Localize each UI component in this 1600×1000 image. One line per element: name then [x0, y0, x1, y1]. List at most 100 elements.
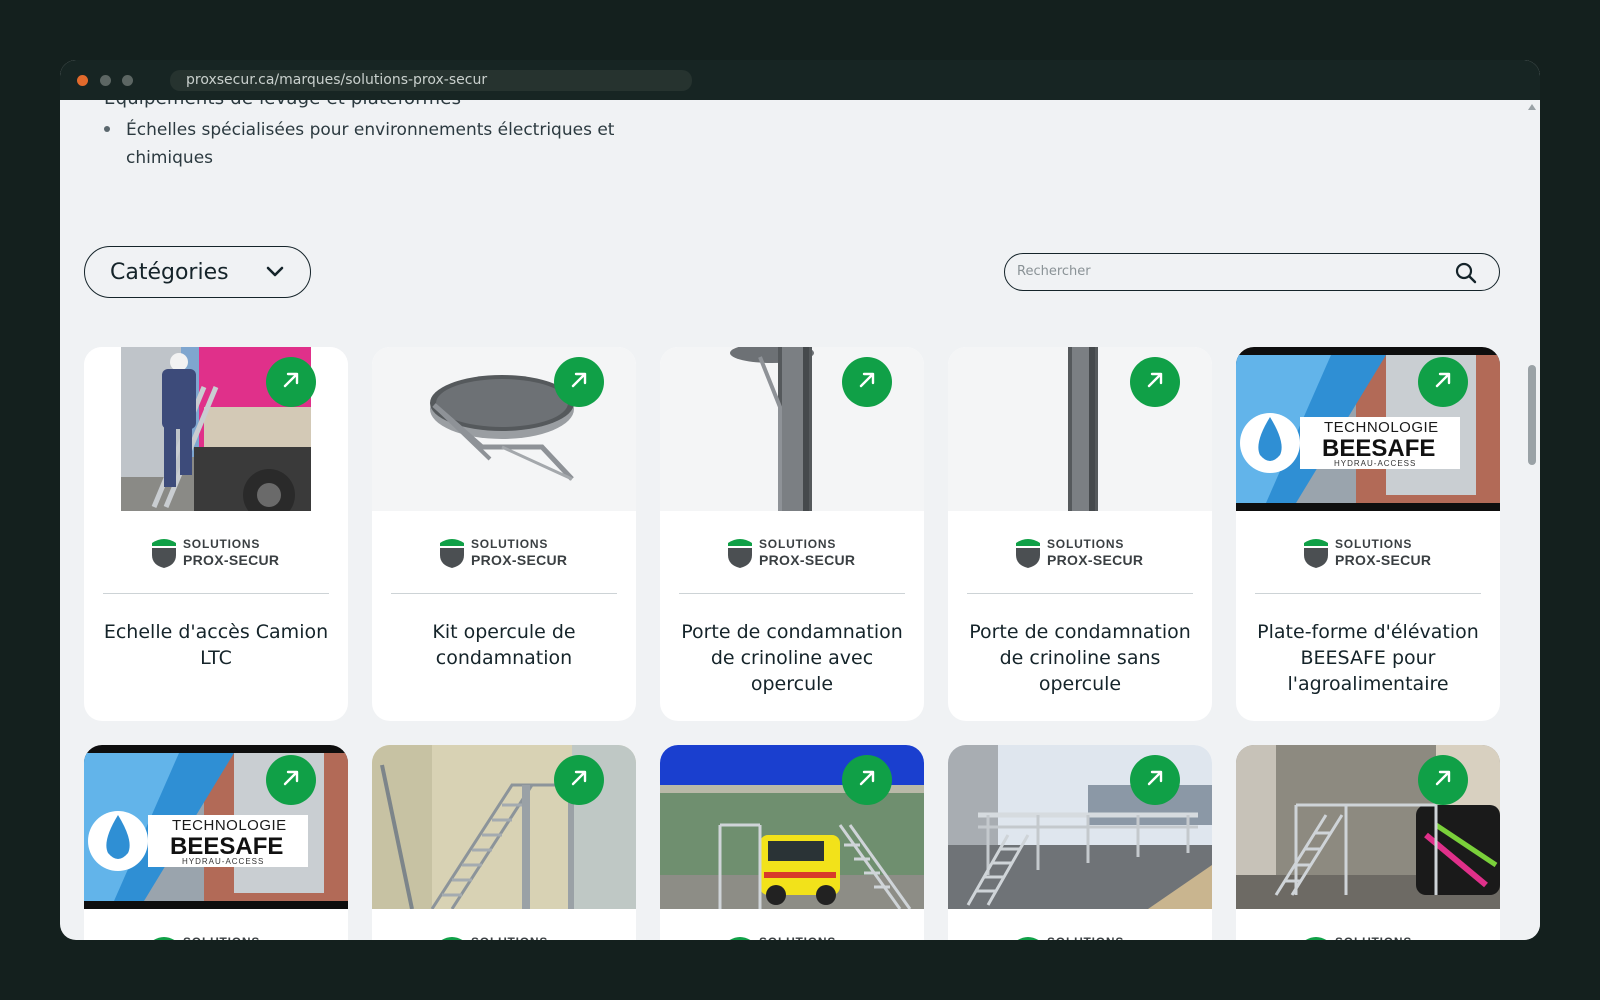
open-product-button[interactable]	[554, 357, 604, 407]
open-product-button[interactable]	[266, 755, 316, 805]
brand-line-1: SOLUTIONS	[183, 537, 261, 551]
intro-bullet-item: Échelles spécialisées pour environnement…	[104, 116, 664, 172]
product-card[interactable]: SOLUTIONS PROX-SECUR	[372, 745, 636, 940]
product-card[interactable]: TECHNOLOGIE BEESAFE HYDRAU-ACCESS SOLUTI…	[1236, 347, 1500, 721]
brand-line-2: PROX-SECUR	[1047, 552, 1144, 568]
arrow-up-right-icon	[280, 369, 302, 396]
search-icon[interactable]	[1455, 262, 1477, 289]
open-product-button[interactable]	[1418, 755, 1468, 805]
open-product-button[interactable]	[1418, 357, 1468, 407]
categories-dropdown[interactable]: Catégories	[84, 246, 311, 298]
product-title: Echelle d'accès Camion LTC	[103, 621, 329, 669]
open-product-button[interactable]	[842, 755, 892, 805]
shield-logo-icon	[1017, 937, 1039, 940]
brand-logo: SOLUTIONS PROX-SECUR	[438, 535, 578, 569]
categories-label: Catégories	[110, 259, 229, 285]
product-card[interactable]: SOLUTIONS PROX-SECUR Kit opercule de con…	[372, 347, 636, 721]
product-title: Porte de condamnation de crinoline sans …	[969, 621, 1191, 695]
shield-logo-icon	[153, 937, 175, 940]
product-card[interactable]: TECHNOLOGIE BEESAFE HYDRAU-ACCESS SOLUTI…	[84, 745, 348, 940]
beesafe-line-1: TECHNOLOGIE	[1324, 419, 1439, 436]
close-window-button[interactable]	[77, 75, 88, 86]
beesafe-line-3: HYDRAU-ACCESS	[1334, 459, 1417, 468]
arrow-up-right-icon	[856, 369, 878, 396]
intro-partial-line: Équipements de levage et plateformes	[104, 100, 461, 109]
shield-logo-icon	[152, 539, 176, 568]
brand-line-2: PROX-SECUR	[759, 552, 856, 568]
scrollbar-thumb[interactable]	[1528, 365, 1536, 465]
product-image-round-hatch	[372, 347, 636, 511]
shield-logo-icon	[440, 539, 464, 568]
product-card[interactable]: SOLUTIONS PROX-SECUR	[948, 745, 1212, 940]
open-product-button[interactable]	[1130, 755, 1180, 805]
product-card[interactable]: SOLUTIONS PROX-SECUR	[1236, 745, 1500, 940]
product-card[interactable]: SOLUTIONS PROX-SECUR Echelle d'accès Cam…	[84, 347, 348, 721]
browser-titlebar: proxsecur.ca/marques/solutions-prox-secu…	[60, 60, 1540, 100]
arrow-up-right-icon	[1144, 369, 1166, 396]
intro-bullet-text: Échelles spécialisées pour environnement…	[126, 120, 615, 168]
card-divider	[967, 593, 1193, 594]
product-card[interactable]: SOLUTIONS PROX-SECUR	[660, 745, 924, 940]
card-divider	[679, 593, 905, 594]
brand-line-1: SOLUTIONS	[471, 935, 548, 940]
beesafe-line-1: TECHNOLOGIE	[172, 817, 287, 834]
maximize-window-button[interactable]	[122, 75, 133, 86]
card-divider	[103, 593, 329, 594]
brand-line-1: SOLUTIONS	[1047, 935, 1124, 940]
brand-line-1: SOLUTIONS	[471, 537, 549, 551]
product-title: Kit opercule de condamnation	[432, 621, 576, 669]
search-input[interactable]	[1017, 254, 1437, 289]
product-image-walkway-platform	[948, 745, 1212, 909]
brand-logo: SOLUTIONS PROX-SECUR	[726, 535, 866, 569]
product-image-door-with-hatch	[660, 347, 924, 511]
brand-logo: SOLUTIONS PROX-SECUR	[726, 933, 866, 940]
shield-logo-icon	[1304, 539, 1328, 568]
brand-line-2: PROX-SECUR	[1335, 552, 1432, 568]
product-image-beesafe: TECHNOLOGIE BEESAFE HYDRAU-ACCESS	[1236, 347, 1500, 511]
address-bar[interactable]: proxsecur.ca/marques/solutions-prox-secu…	[170, 70, 692, 91]
product-image-beesafe: TECHNOLOGIE BEESAFE HYDRAU-ACCESS	[84, 745, 348, 909]
brand-logo: SOLUTIONS PROX-SECUR	[1302, 535, 1442, 569]
brand-logo: SOLUTIONS PROX-SECUR	[1014, 535, 1154, 569]
arrow-up-right-icon	[1432, 767, 1454, 794]
brand-line-1: SOLUTIONS	[1335, 537, 1413, 551]
brand-logo: SOLUTIONS PROX-SECUR	[150, 535, 290, 569]
chevron-down-icon	[266, 265, 284, 284]
product-title: Plate-forme d'élévation BEESAFE pour l'a…	[1257, 621, 1479, 695]
product-image-van-platform	[660, 745, 924, 909]
open-product-button[interactable]	[842, 357, 892, 407]
scroll-up-arrow-icon[interactable]	[1528, 104, 1536, 110]
brand-logo: SOLUTIONS PROX-SECUR	[1014, 933, 1154, 940]
card-divider	[391, 593, 617, 594]
arrow-up-right-icon	[1144, 767, 1166, 794]
open-product-button[interactable]	[1130, 357, 1180, 407]
product-image-bus-platform	[1236, 745, 1500, 909]
arrow-up-right-icon	[856, 767, 878, 794]
product-image-door-without-hatch	[948, 347, 1212, 511]
product-image-industrial-stairs	[372, 745, 636, 909]
page-content: Équipements de levage et plateformes Éch…	[60, 100, 1524, 940]
browser-window: proxsecur.ca/marques/solutions-prox-secu…	[60, 60, 1540, 940]
brand-logo: SOLUTIONS PROX-SECUR	[1302, 933, 1442, 940]
bullet-dot	[104, 126, 110, 132]
shield-logo-icon	[729, 937, 751, 940]
open-product-button[interactable]	[554, 755, 604, 805]
brand-logo: SOLUTIONS PROX-SECUR	[150, 933, 290, 940]
search-box	[1004, 253, 1500, 291]
brand-line-1: SOLUTIONS	[759, 537, 837, 551]
open-product-button[interactable]	[266, 357, 316, 407]
brand-line-2: PROX-SECUR	[183, 552, 280, 568]
brand-line-1: SOLUTIONS	[1335, 935, 1412, 940]
product-title: Porte de condamnation de crinoline avec …	[681, 621, 903, 695]
brand-line-1: SOLUTIONS	[759, 935, 836, 940]
beesafe-line-3: HYDRAU-ACCESS	[182, 857, 265, 866]
shield-logo-icon	[1016, 539, 1040, 568]
vertical-scrollbar[interactable]	[1524, 100, 1540, 940]
product-card[interactable]: SOLUTIONS PROX-SECUR Porte de condamnati…	[660, 347, 924, 721]
minimize-window-button[interactable]	[100, 75, 111, 86]
product-card[interactable]: SOLUTIONS PROX-SECUR Porte de condamnati…	[948, 347, 1212, 721]
shield-logo-icon	[441, 937, 463, 940]
arrow-up-right-icon	[568, 369, 590, 396]
arrow-up-right-icon	[280, 767, 302, 794]
product-image-truck-ladder	[84, 347, 348, 511]
